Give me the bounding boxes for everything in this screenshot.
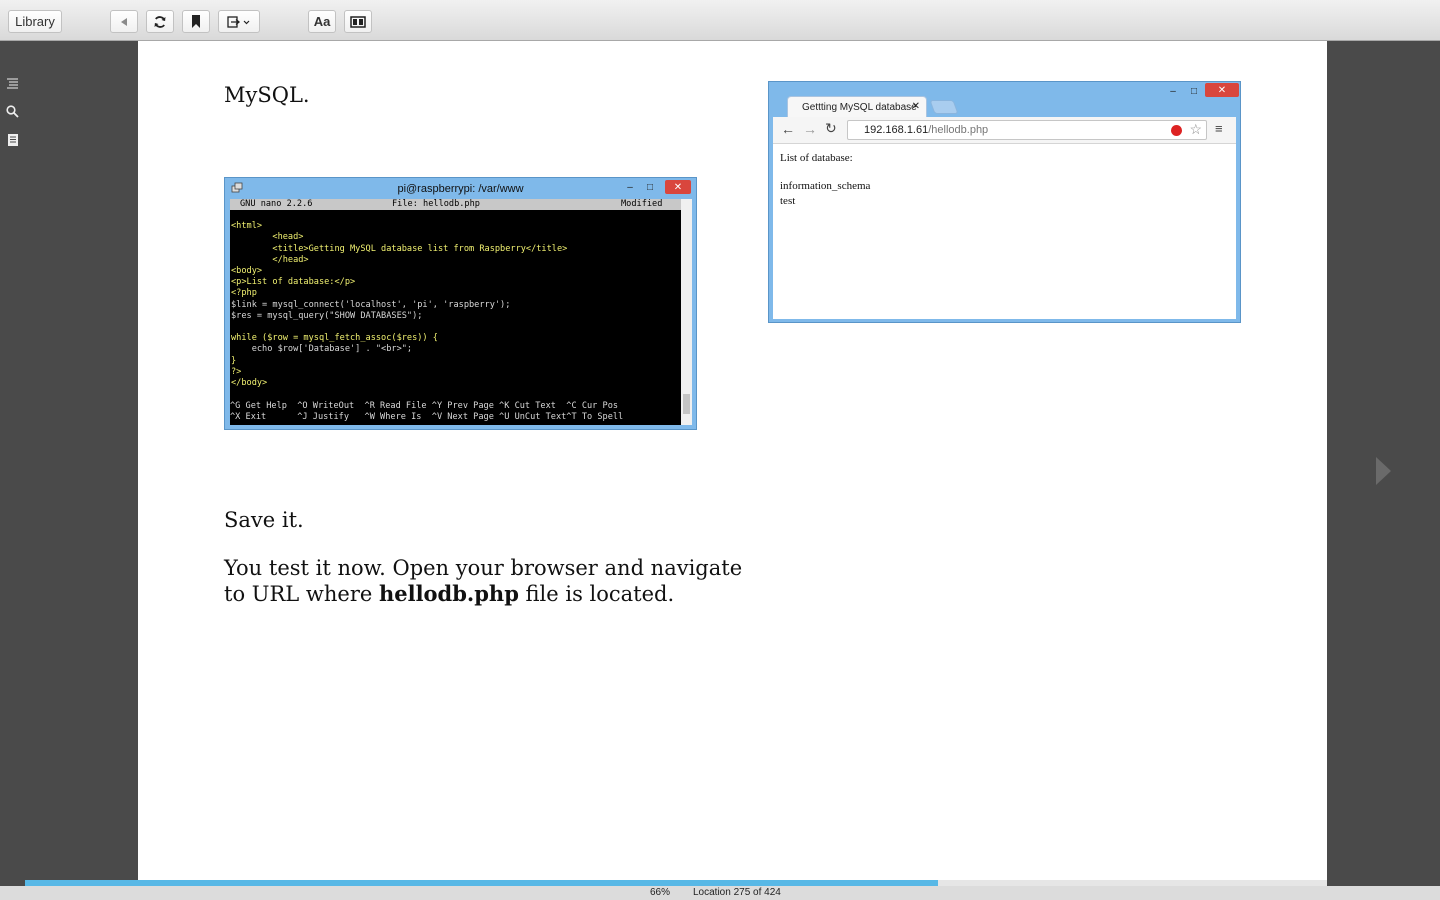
code-block: <html> <head> <title>Getting MySQL datab… xyxy=(230,210,681,390)
adblock-icon xyxy=(1171,125,1182,136)
nano-version: GNU nano 2.2.6 xyxy=(240,199,313,209)
nano-file: File: hellodb.php xyxy=(392,199,480,209)
page-gutter xyxy=(25,41,138,880)
code-line: </head> xyxy=(231,254,309,265)
shortcuts-row-1: ^G Get Help ^O WriteOut ^R Read File ^Y … xyxy=(230,401,619,411)
tab-title: Gettting MySQL database xyxy=(802,101,917,113)
nano-header: GNU nano 2.2.6 File: hellodb.php Modifie… xyxy=(230,199,681,210)
instruction-text: to URL where xyxy=(224,582,379,606)
reload-icon: ↻ xyxy=(825,120,837,136)
instruction-line-2: to URL where hellodb.php file is located… xyxy=(224,581,674,607)
sync-button[interactable] xyxy=(146,10,174,33)
terminal-screenshot: pi@raspberrypi: /var/www – □ ✕ GNU nano … xyxy=(224,177,697,430)
instruction-line-1: You test it now. Open your browser and n… xyxy=(224,556,743,580)
new-tab-icon xyxy=(929,100,959,114)
sync-icon xyxy=(154,15,166,28)
putty-icon xyxy=(231,182,243,193)
code-line: $link = mysql_connect('localhost', 'pi',… xyxy=(231,299,511,310)
code-line: <body> xyxy=(231,266,263,276)
back-button[interactable] xyxy=(110,10,138,33)
search-icon[interactable] xyxy=(5,104,20,119)
code-line: $res = mysql_query("SHOW DATABASES"); xyxy=(231,310,423,321)
notes-icon[interactable] xyxy=(5,132,20,147)
percent-read: 66% xyxy=(650,887,671,898)
maximize-icon: □ xyxy=(646,181,654,193)
goto-menu-button[interactable] xyxy=(218,10,260,33)
nano-screen: GNU nano 2.2.6 File: hellodb.php Modifie… xyxy=(230,199,681,425)
forward-arrow-icon: → xyxy=(803,121,817,137)
code-line: <?php xyxy=(231,288,257,299)
heading-mysql: MySQL. xyxy=(224,83,310,107)
database-list-heading: List of database: xyxy=(780,152,853,164)
database-item: information_schema xyxy=(780,180,871,192)
top-toolbar: Library Aa xyxy=(0,0,1440,41)
address-bar: 192.168.1.61/hellodb.php ☆ xyxy=(847,120,1207,140)
menu-icon: ≡ xyxy=(1215,121,1223,136)
minimize-icon: – xyxy=(627,181,633,193)
shortcuts-row-2: ^X Exit ^J Justify ^W Where Is ^V Next P… xyxy=(230,412,624,422)
toc-icon[interactable] xyxy=(5,76,20,91)
status-bar: 66% Location 275 of 424 xyxy=(0,886,1440,900)
bookmark-icon xyxy=(192,15,200,28)
location-text: Location 275 of 424 xyxy=(693,887,781,898)
browser-toolbar: ← → ↻ 192.168.1.61/hellodb.php ☆ ≡ xyxy=(773,117,1236,144)
database-item: test xyxy=(780,195,796,207)
code-line: echo $row['Database'] . "<br>"; xyxy=(231,344,413,355)
maximize-icon: □ xyxy=(1190,85,1198,97)
terminal-scrollbar xyxy=(681,199,692,425)
bookmark-button[interactable] xyxy=(182,10,210,33)
code-line: </body> xyxy=(231,378,268,388)
close-icon: ✕ xyxy=(1205,83,1239,97)
code-line: <html> xyxy=(231,221,263,232)
code-line: while ($row = mysql_fetch_assoc($res)) { xyxy=(231,333,438,344)
code-line: <title>Getting MySQL database list from … xyxy=(231,243,568,254)
next-page-icon[interactable] xyxy=(1372,455,1394,487)
url-host: 192.168.1.61 xyxy=(864,124,929,136)
save-text: Save it. xyxy=(224,508,304,532)
library-button[interactable]: Library xyxy=(8,10,62,33)
code-line: <head> xyxy=(231,232,304,243)
back-triangle-icon xyxy=(121,17,127,26)
filename-bold: hellodb.php xyxy=(378,581,519,606)
two-column-icon xyxy=(350,15,366,28)
left-sidebar xyxy=(0,41,25,886)
font-settings-button[interactable]: Aa xyxy=(308,10,336,33)
goto-icon xyxy=(227,15,250,28)
code-line: <p>List of database:</p> xyxy=(231,277,356,288)
browser-screenshot: – □ ✕ Gettting MySQL database ✕ ← → ↻ 19… xyxy=(768,81,1241,323)
star-icon: ☆ xyxy=(1189,121,1202,137)
back-arrow-icon: ← xyxy=(781,121,795,137)
instruction-text-end: file is located. xyxy=(518,582,675,606)
nano-status: Modified xyxy=(621,199,663,209)
code-line: } xyxy=(231,355,237,366)
minimize-icon: – xyxy=(1170,85,1176,97)
close-icon: ✕ xyxy=(665,180,691,194)
browser-tab: Gettting MySQL database ✕ xyxy=(787,96,927,117)
layout-button[interactable] xyxy=(344,10,372,33)
browser-content: List of database: information_schema tes… xyxy=(773,144,1236,319)
url-path: /hellodb.php xyxy=(928,124,989,136)
code-line: ?> xyxy=(231,366,242,377)
tab-close-icon: ✕ xyxy=(911,101,920,112)
